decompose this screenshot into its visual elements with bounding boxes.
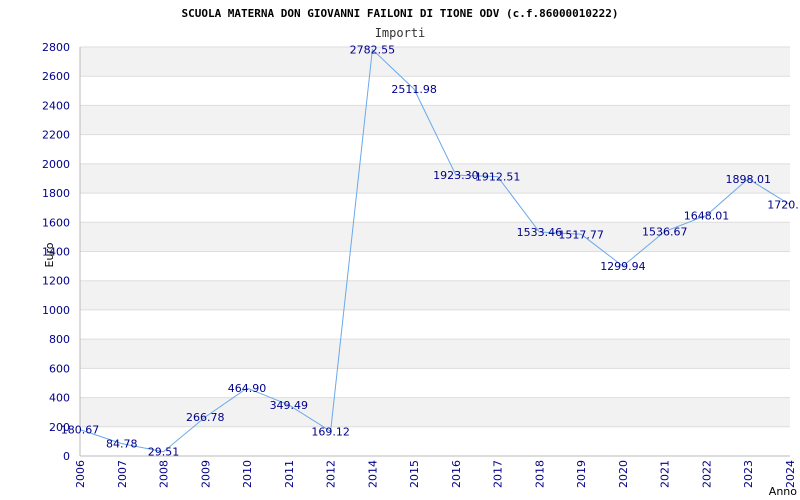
x-tick-label: 2018 — [533, 460, 546, 488]
data-label: 349.49 — [270, 399, 309, 412]
data-label: 1299.94 — [600, 260, 646, 273]
y-tick-label: 400 — [49, 392, 70, 405]
x-tick-label: 2011 — [283, 460, 296, 488]
y-tick-label: 1600 — [42, 216, 70, 229]
y-tick-label: 0 — [63, 450, 70, 463]
y-tick-label: 2200 — [42, 129, 70, 142]
y-tick-label: 1800 — [42, 187, 70, 200]
y-tick-label: 2400 — [42, 99, 70, 112]
y-axis-label: Euro — [43, 242, 56, 267]
data-label: 84.78 — [106, 438, 138, 451]
plot-band — [80, 251, 790, 281]
data-label: 2511.98 — [391, 83, 437, 96]
x-tick-label: 2020 — [617, 460, 630, 488]
x-tick-label: 2017 — [492, 460, 505, 488]
x-tick-label: 2006 — [74, 460, 87, 488]
chart-subtitle: Importi — [375, 26, 426, 40]
data-label: 2782.55 — [350, 44, 396, 57]
x-tick-label: 2015 — [408, 460, 421, 488]
y-tick-label: 2800 — [42, 41, 70, 54]
plot-band — [80, 309, 790, 340]
x-tick-label: 2010 — [241, 460, 254, 488]
x-tick-label: 2016 — [450, 460, 463, 488]
plot-band — [80, 426, 790, 456]
y-tick-label: 2600 — [42, 70, 70, 83]
data-label: 1533.46 — [517, 226, 563, 239]
x-tick-label: 2021 — [659, 460, 672, 488]
plot-band — [80, 134, 790, 164]
data-label: 180.67 — [61, 424, 100, 437]
data-label: 266.78 — [186, 411, 225, 424]
x-tick-label: 2012 — [325, 460, 338, 488]
plot-band — [80, 47, 790, 77]
data-label: 1923.30 — [433, 169, 479, 182]
data-label: 29.51 — [148, 446, 180, 459]
x-tick-label: 2019 — [575, 460, 588, 488]
y-tick-label: 2000 — [42, 158, 70, 171]
plot-band — [80, 280, 790, 310]
data-label: 1648.01 — [684, 209, 730, 222]
plot-band — [80, 105, 790, 135]
data-label: 1898.01 — [725, 173, 771, 186]
data-label: 464.90 — [228, 382, 267, 395]
data-label: 1912.51 — [475, 171, 521, 184]
x-tick-label: 2022 — [700, 460, 713, 488]
x-tick-label: 2024 — [784, 460, 797, 488]
x-axis-label: Anno — [769, 485, 797, 498]
x-tick-label: 2014 — [366, 460, 379, 488]
x-tick-label: 2023 — [742, 460, 755, 488]
line-chart: 0200400600800100012001400160018002000220… — [42, 7, 800, 498]
x-tick-label: 2007 — [116, 460, 129, 488]
y-tick-label: 600 — [49, 362, 70, 375]
y-tick-label: 800 — [49, 333, 70, 346]
x-tick-labels: 2006 2007 2008 2009 2010 2011 2012 2014 2015 2016… — [74, 460, 797, 488]
data-label: 1720.12 — [767, 199, 800, 212]
data-label: 1517.77 — [558, 228, 604, 241]
chart-title: SCUOLA MATERNA DON GIOVANNI FAILONI DI T… — [181, 7, 618, 20]
plot-band — [80, 339, 790, 369]
x-tick-label: 2008 — [158, 460, 171, 488]
data-label: 169.12 — [311, 425, 350, 438]
x-tick-label: 2009 — [199, 460, 212, 488]
y-tick-label: 1200 — [42, 275, 70, 288]
data-label: 1536.67 — [642, 226, 688, 239]
plot-band — [80, 368, 790, 398]
y-tick-label: 1000 — [42, 304, 70, 317]
